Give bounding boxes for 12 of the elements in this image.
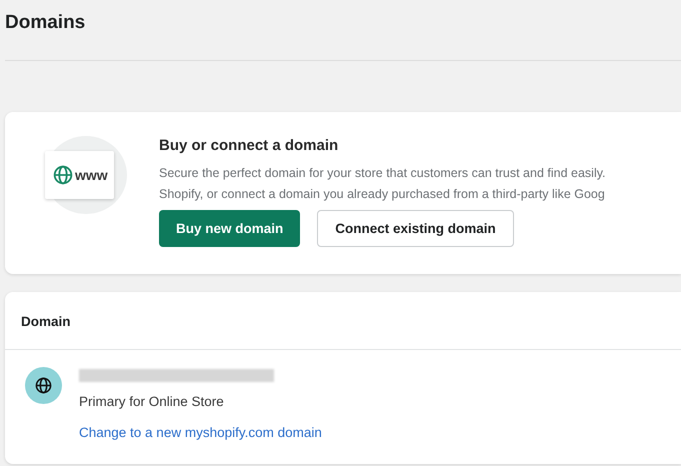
promo-description: Secure the perfect domain for your store that customers can trust and find easily.	[159, 165, 606, 182]
connect-domain-button[interactable]: Connect existing domain	[317, 210, 514, 247]
page-title: Domains	[4, 11, 86, 35]
buy-domain-button[interactable]: Buy new domain	[159, 210, 300, 247]
globe-icon	[53, 165, 73, 185]
promo-title: Buy or connect a domain	[159, 137, 340, 154]
promo-description: Shopify, or connect a domain you already purchased from a third-party like Goog	[159, 186, 606, 203]
card-heading: Domain	[5, 292, 681, 350]
badge-text: www	[75, 167, 108, 183]
globe-icon	[35, 377, 52, 394]
domain-subtitle: Primary for Online Store	[79, 394, 225, 409]
change-domain-link[interactable]: Change to a new myshopify.com domain	[79, 425, 322, 440]
